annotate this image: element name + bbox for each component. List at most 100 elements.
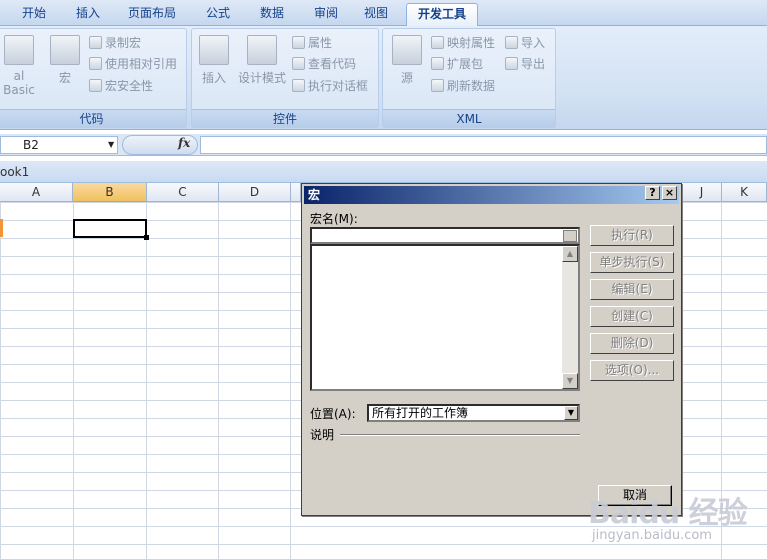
toolbox-icon: [199, 35, 229, 65]
run-dialog-button[interactable]: 执行对话框: [292, 76, 368, 96]
column-header-d[interactable]: D: [219, 183, 291, 202]
properties-icon: [292, 36, 305, 49]
edit-button[interactable]: 编辑(E): [590, 279, 674, 300]
chevron-down-icon[interactable]: ▼: [564, 406, 578, 420]
record-macro-button[interactable]: 录制宏: [89, 33, 141, 53]
scroll-up-icon[interactable]: ▲: [562, 246, 578, 262]
macros-label: 宏: [58, 71, 71, 85]
visual-basic-icon: [4, 35, 34, 65]
xml-source-icon: [392, 35, 422, 65]
macro-dialog: 宏 ? × 宏名(M): ▲ ▼ 执行(R) 单步执行(S) 编辑(E) 创建(…: [301, 183, 682, 516]
relative-refs-icon: [89, 57, 102, 70]
view-code-label: 查看代码: [308, 57, 357, 71]
warning-icon: [89, 79, 102, 92]
close-button[interactable]: ×: [662, 186, 677, 200]
group-controls: 插入 设计模式 属性 查看代码 执行对话框 控件: [191, 28, 379, 128]
description-divider: [340, 434, 580, 436]
tab-insert[interactable]: 插入: [66, 3, 110, 26]
ribbon: al Basic 宏 录制宏 使用相对引用 宏安全性 代码 插入 设计模式 属性…: [0, 26, 767, 130]
group-xml: 源 映射属性 扩展包 刷新数据 导入 导出 XML: [382, 28, 556, 128]
import-icon: [505, 36, 518, 49]
row-highlight: [0, 219, 3, 237]
macro-name-input[interactable]: [310, 227, 580, 244]
macro-security-button[interactable]: 宏安全性: [89, 76, 153, 96]
group-code-label: 代码: [0, 109, 186, 127]
tab-view[interactable]: 视图: [354, 3, 398, 26]
location-value: 所有打开的工作簿: [372, 406, 469, 420]
collapse-dialog-icon[interactable]: [563, 230, 577, 242]
gridline: [73, 202, 74, 559]
active-cell-b2[interactable]: [73, 219, 149, 240]
dialog-titlebar[interactable]: 宏: [304, 186, 679, 204]
column-header-a[interactable]: A: [0, 183, 73, 202]
run-dialog-icon: [292, 79, 305, 92]
xml-source-label: 源: [400, 71, 413, 85]
insert-function-icon[interactable]: fx: [178, 136, 190, 150]
tab-developer[interactable]: 开发工具: [406, 3, 478, 27]
scroll-down-icon[interactable]: ▼: [562, 373, 578, 389]
import-label: 导入: [521, 36, 546, 50]
refresh-data-label: 刷新数据: [447, 79, 496, 93]
view-code-button[interactable]: 查看代码: [292, 54, 356, 74]
tab-data[interactable]: 数据: [250, 3, 294, 26]
tab-page-layout[interactable]: 页面布局: [120, 3, 184, 26]
macro-list[interactable]: ▲ ▼: [310, 244, 580, 391]
refresh-data-button[interactable]: 刷新数据: [431, 76, 495, 96]
visual-basic-label: al Basic: [3, 69, 35, 97]
record-icon: [89, 36, 102, 49]
tab-review[interactable]: 审阅: [304, 3, 348, 26]
map-properties-button[interactable]: 映射属性: [431, 33, 495, 53]
macro-name-label: 宏名(M):: [310, 212, 358, 226]
name-box[interactable]: B2: [0, 136, 118, 154]
insert-control-label: 插入: [201, 71, 226, 85]
group-xml-label: XML: [383, 109, 555, 127]
run-button[interactable]: 执行(R): [590, 225, 674, 246]
refresh-icon: [431, 79, 444, 92]
export-button[interactable]: 导出: [505, 54, 545, 74]
watermark-brand: Baidu 经验: [588, 496, 748, 531]
tab-formulas[interactable]: 公式: [196, 3, 240, 26]
workbook-title: ook1: [0, 161, 767, 183]
step-into-button[interactable]: 单步执行(S): [590, 252, 674, 273]
formula-input[interactable]: [200, 136, 767, 154]
map-properties-icon: [431, 36, 444, 49]
relative-refs-button[interactable]: 使用相对引用: [89, 54, 177, 74]
insert-control-button[interactable]: 插入: [196, 35, 232, 86]
options-button[interactable]: 选项(O)...: [590, 360, 674, 381]
watermark-url: jingyan.baidu.com: [592, 528, 712, 543]
delete-button[interactable]: 删除(D): [590, 333, 674, 354]
view-code-icon: [292, 57, 305, 70]
properties-button[interactable]: 属性: [292, 33, 332, 53]
description-label: 说明: [310, 428, 335, 442]
macros-button[interactable]: 宏: [47, 35, 83, 86]
location-select[interactable]: 所有打开的工作簿 ▼: [367, 404, 580, 422]
gridline: [146, 202, 147, 559]
design-mode-label: 设计模式: [237, 71, 286, 85]
design-mode-button[interactable]: 设计模式: [236, 35, 288, 86]
expansion-packs-button[interactable]: 扩展包: [431, 54, 483, 74]
import-button[interactable]: 导入: [505, 33, 545, 53]
column-header-c[interactable]: C: [147, 183, 219, 202]
tab-home[interactable]: 开始: [12, 3, 56, 26]
location-label: 位置(A):: [310, 407, 356, 421]
macro-security-label: 宏安全性: [105, 79, 154, 93]
dialog-title: 宏: [308, 188, 321, 202]
column-header-j[interactable]: J: [682, 183, 722, 202]
record-macro-label: 录制宏: [105, 36, 142, 50]
visual-basic-button[interactable]: al Basic: [0, 35, 41, 97]
design-mode-icon: [247, 35, 277, 65]
export-label: 导出: [521, 57, 546, 71]
column-header-k[interactable]: K: [722, 183, 767, 202]
formula-bar: B2 ▼ fx: [0, 134, 767, 156]
chevron-down-icon[interactable]: ▼: [108, 140, 114, 149]
column-header-b[interactable]: B: [73, 183, 147, 202]
export-icon: [505, 57, 518, 70]
xml-source-button[interactable]: 源: [389, 35, 425, 86]
macros-icon: [50, 35, 80, 65]
column-header-e[interactable]: [291, 183, 301, 202]
scrollbar[interactable]: ▲ ▼: [562, 246, 578, 389]
create-button[interactable]: 创建(C): [590, 306, 674, 327]
help-button[interactable]: ?: [645, 186, 660, 200]
group-code: al Basic 宏 录制宏 使用相对引用 宏安全性 代码: [0, 28, 187, 128]
map-properties-label: 映射属性: [447, 36, 496, 50]
